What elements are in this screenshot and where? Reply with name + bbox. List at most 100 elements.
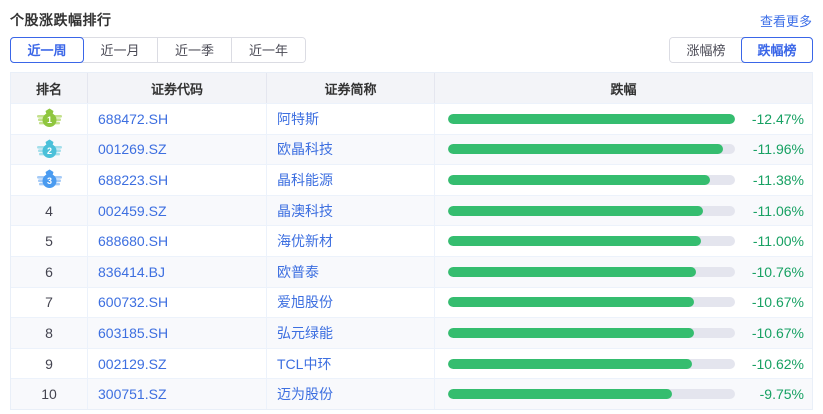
change-cell: -10.67% [435, 288, 812, 318]
period-tab-3[interactable]: 近一年 [231, 38, 305, 62]
stock-name-link[interactable]: 欧普泰 [267, 257, 435, 287]
change-bar-track [448, 267, 735, 277]
stock-name-link[interactable]: 弘元绿能 [267, 318, 435, 348]
change-bar-track [448, 328, 735, 338]
stock-code-link[interactable]: 300751.SZ [88, 379, 267, 409]
stock-name-link[interactable]: 欧晶科技 [267, 135, 435, 165]
column-header-1: 证券代码 [88, 73, 267, 103]
change-value: -11.96% [735, 141, 804, 157]
change-cell: -9.75% [435, 379, 812, 409]
change-value: -10.76% [735, 264, 804, 280]
change-bar-track [448, 236, 735, 246]
change-bar-fill [448, 267, 696, 277]
table-row: 3 688223.SH晶科能源 -11.38% [11, 164, 812, 195]
change-bar-fill [448, 206, 703, 216]
table-row: 2 001269.SZ欧晶科技 -11.96% [11, 134, 812, 165]
svg-text:3: 3 [46, 177, 51, 187]
stock-name-link[interactable]: 迈为股份 [267, 379, 435, 409]
stock-code-link[interactable]: 836414.BJ [88, 257, 267, 287]
table-row: 5688680.SH海优新材 -11.00% [11, 225, 812, 256]
stock-code-link[interactable]: 603185.SH [88, 318, 267, 348]
table-row: 4002459.SZ晶澳科技 -11.06% [11, 195, 812, 226]
stock-name-link[interactable]: 阿特斯 [267, 104, 435, 134]
stock-code-link[interactable]: 688472.SH [88, 104, 267, 134]
change-cell: -11.96% [435, 135, 812, 165]
stock-code-link[interactable]: 001269.SZ [88, 135, 267, 165]
svg-text:2: 2 [46, 146, 51, 156]
stock-name-link[interactable]: 晶科能源 [267, 165, 435, 195]
rank-cell: 8 [11, 318, 88, 348]
change-bar-track [448, 389, 735, 399]
controls-bar: 近一周近一月近一季近一年 涨幅榜跌幅榜 [10, 36, 813, 63]
stock-name-link[interactable]: TCL中环 [267, 349, 435, 379]
change-cell: -11.06% [435, 196, 812, 226]
table-header-row: 排名证券代码证券简称跌幅 [11, 73, 812, 103]
rank-type-tab-group: 涨幅榜跌幅榜 [669, 37, 813, 63]
change-cell: -11.00% [435, 226, 812, 256]
change-value: -11.38% [735, 172, 804, 188]
ranking-table: 排名证券代码证券简称跌幅 1 688472.SH阿特斯 -12.47% 2 001269… [10, 72, 813, 410]
stock-code-link[interactable]: 688680.SH [88, 226, 267, 256]
change-value: -10.67% [735, 294, 804, 310]
rank-cell: 10 [11, 379, 88, 409]
svg-text:1: 1 [46, 115, 51, 125]
change-value: -12.47% [735, 111, 804, 127]
rank-2-medal-icon: 2 [37, 139, 62, 160]
rank-cell: 5 [11, 226, 88, 256]
rank-1-medal-icon: 1 [37, 108, 62, 129]
stock-code-link[interactable]: 600732.SH [88, 288, 267, 318]
change-cell: -10.62% [435, 349, 812, 379]
change-bar-track [448, 359, 735, 369]
stock-code-link[interactable]: 002459.SZ [88, 196, 267, 226]
stock-name-link[interactable]: 晶澳科技 [267, 196, 435, 226]
change-bar-fill [448, 175, 710, 185]
stock-ranking-widget: 个股涨跌幅排行 查看更多 近一周近一月近一季近一年 涨幅榜跌幅榜 排名证券代码证… [0, 0, 823, 414]
table-row: 10300751.SZ迈为股份 -9.75% [11, 378, 812, 409]
table-row: 8603185.SH弘元绿能 -10.67% [11, 317, 812, 348]
rank-cell: 1 [11, 104, 88, 134]
rank-cell: 7 [11, 288, 88, 318]
change-value: -11.06% [735, 203, 804, 219]
change-bar-fill [448, 389, 672, 399]
change-bar-fill [448, 144, 723, 154]
period-tab-1[interactable]: 近一月 [83, 38, 157, 62]
rank-cell: 2 [11, 135, 88, 165]
change-cell: -11.38% [435, 165, 812, 195]
period-tab-0[interactable]: 近一周 [10, 37, 84, 63]
stock-name-link[interactable]: 爱旭股份 [267, 288, 435, 318]
change-bar-fill [448, 328, 694, 338]
change-bar-fill [448, 297, 694, 307]
rank-type-tab-1[interactable]: 跌幅榜 [741, 37, 813, 63]
change-bar-track [448, 206, 735, 216]
change-bar-track [448, 144, 735, 154]
change-bar-track [448, 114, 735, 124]
rank-3-medal-icon: 3 [37, 169, 62, 190]
change-value: -10.67% [735, 325, 804, 341]
stock-code-link[interactable]: 688223.SH [88, 165, 267, 195]
table-body: 1 688472.SH阿特斯 -12.47% 2 001269.SZ欧晶科技 -11.96… [11, 103, 812, 409]
table-row: 9002129.SZTCL中环-10.62% [11, 348, 812, 379]
change-value: -9.75% [735, 386, 804, 402]
rank-cell: 4 [11, 196, 88, 226]
rank-cell: 6 [11, 257, 88, 287]
period-tab-group: 近一周近一月近一季近一年 [10, 37, 306, 63]
change-value: -11.00% [735, 233, 804, 249]
period-tab-2[interactable]: 近一季 [157, 38, 231, 62]
stock-code-link[interactable]: 002129.SZ [88, 349, 267, 379]
change-bar-fill [448, 359, 692, 369]
table-row: 6836414.BJ欧普泰 -10.76% [11, 256, 812, 287]
page-title: 个股涨跌幅排行 [10, 10, 112, 30]
view-more-link[interactable]: 查看更多 [760, 11, 812, 30]
change-bar-track [448, 297, 735, 307]
column-header-3: 跌幅 [435, 73, 812, 103]
stock-name-link[interactable]: 海优新材 [267, 226, 435, 256]
table-row: 1 688472.SH阿特斯 -12.47% [11, 103, 812, 134]
change-bar-fill [448, 236, 701, 246]
widget-header: 个股涨跌幅排行 查看更多 [0, 0, 823, 31]
change-cell: -10.76% [435, 257, 812, 287]
rank-cell: 3 [11, 165, 88, 195]
column-header-0: 排名 [11, 73, 88, 103]
change-value: -10.62% [735, 356, 804, 372]
rank-type-tab-0[interactable]: 涨幅榜 [670, 38, 742, 62]
table-row: 7600732.SH爱旭股份 -10.67% [11, 287, 812, 318]
